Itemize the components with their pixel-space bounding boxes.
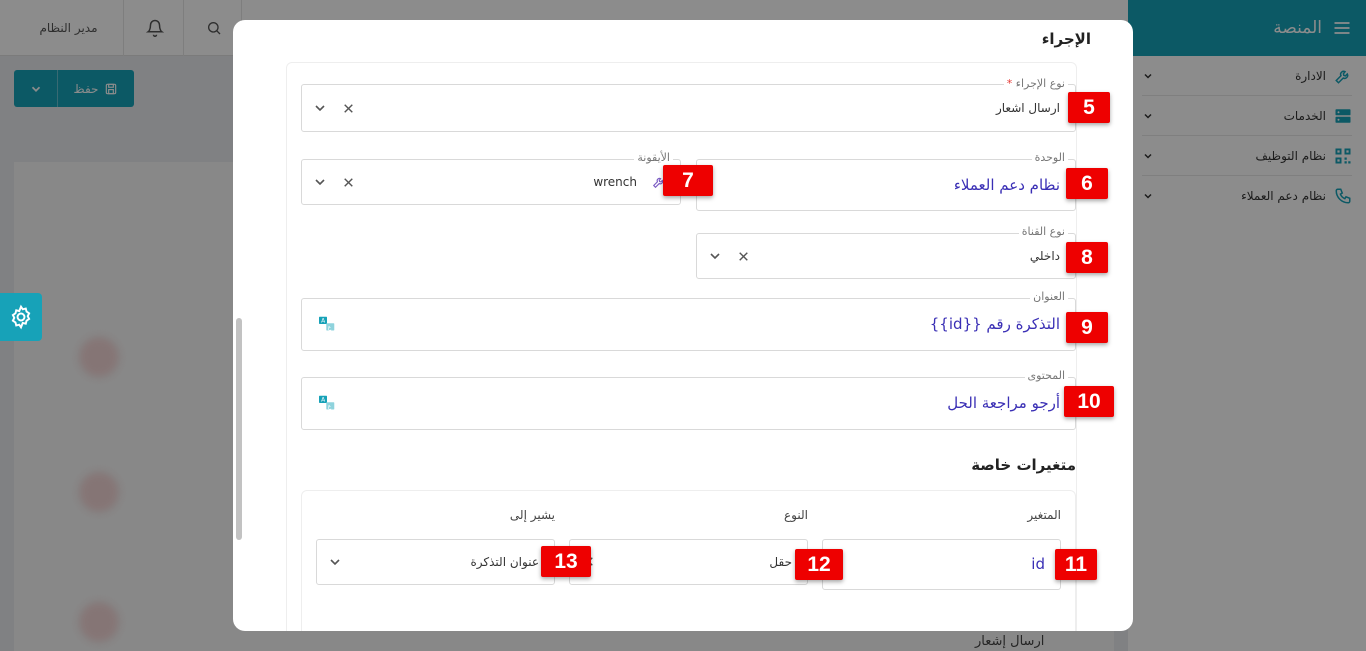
settings-tab[interactable] <box>0 293 42 341</box>
column-header-refers-to: يشير إلى <box>509 508 555 522</box>
title-input[interactable]: Aع التذكرة رقم {{id}} <box>301 298 1076 351</box>
icon-select[interactable]: wrench <box>301 159 681 205</box>
action-modal: الإجراء ارسال اشعار نوع الإجراء * 5 نظام… <box>233 20 1133 631</box>
chevron-down-icon[interactable] <box>707 248 723 264</box>
clear-icon[interactable] <box>737 250 750 263</box>
type-value: حقل <box>769 555 792 569</box>
content-label: المحتوى <box>1024 369 1068 382</box>
step-badge: 10 <box>1064 386 1114 417</box>
variable-value: id <box>1031 555 1045 573</box>
modal-scrollbar[interactable] <box>236 318 242 540</box>
step-badge: 5 <box>1068 92 1110 123</box>
channel-type-value: داخلي <box>1029 249 1060 263</box>
step-badge: 12 <box>795 549 843 580</box>
clear-icon[interactable] <box>342 176 355 189</box>
step-badge: 8 <box>1066 242 1108 273</box>
type-select[interactable]: حقل <box>569 539 808 585</box>
refers-to-select[interactable]: عنوان التذكرة <box>316 539 555 585</box>
chevron-down-icon[interactable] <box>327 554 343 570</box>
title-value: التذكرة رقم {{id}} <box>929 315 1060 333</box>
step-badge: 6 <box>1066 168 1108 199</box>
refers-to-value: عنوان التذكرة <box>470 555 539 569</box>
title-label: العنوان <box>1030 290 1068 303</box>
action-type-label: نوع الإجراء * <box>1003 77 1068 90</box>
svg-text:ع: ع <box>328 325 332 331</box>
svg-text:ع: ع <box>328 404 332 410</box>
content-value: أرجو مراجعة الحل <box>947 394 1060 412</box>
translate-icon[interactable]: Aع <box>318 316 336 332</box>
step-badge: 7 <box>663 165 713 196</box>
action-type-value: ارسال اشعار <box>995 101 1060 115</box>
channel-type-select[interactable]: داخلي <box>696 233 1076 279</box>
column-header-type: النوع <box>784 508 808 522</box>
content-input[interactable]: Aع أرجو مراجعة الحل <box>301 377 1076 430</box>
variable-input[interactable]: id <box>822 539 1061 590</box>
unit-select[interactable]: نظام دعم العملاء <box>696 159 1076 211</box>
channel-type-label: نوع القناة <box>1018 225 1068 238</box>
step-badge: 9 <box>1066 312 1108 343</box>
icon-label: الأيقونة <box>634 151 673 164</box>
step-badge: 11 <box>1055 549 1097 580</box>
clear-icon[interactable] <box>342 102 355 115</box>
label-text: نوع الإجراء <box>1015 77 1065 90</box>
svg-text:A: A <box>321 319 325 325</box>
step-badge: 13 <box>541 546 591 577</box>
svg-text:A: A <box>321 398 325 404</box>
translate-icon[interactable]: Aع <box>318 395 336 411</box>
custom-variables-heading: متغيرات خاصة <box>971 456 1076 474</box>
icon-value: wrench <box>593 175 637 189</box>
unit-value: نظام دعم العملاء <box>953 176 1060 194</box>
chevron-down-icon[interactable] <box>312 100 328 116</box>
column-header-variable: المتغير <box>1027 508 1061 522</box>
gear-icon <box>11 304 31 330</box>
unit-label: الوحدة <box>1031 151 1068 164</box>
section-title: الإجراء <box>1041 30 1091 48</box>
chevron-down-icon[interactable] <box>312 174 328 190</box>
action-type-select[interactable]: ارسال اشعار <box>301 84 1076 132</box>
required-mark: * <box>1006 77 1013 90</box>
